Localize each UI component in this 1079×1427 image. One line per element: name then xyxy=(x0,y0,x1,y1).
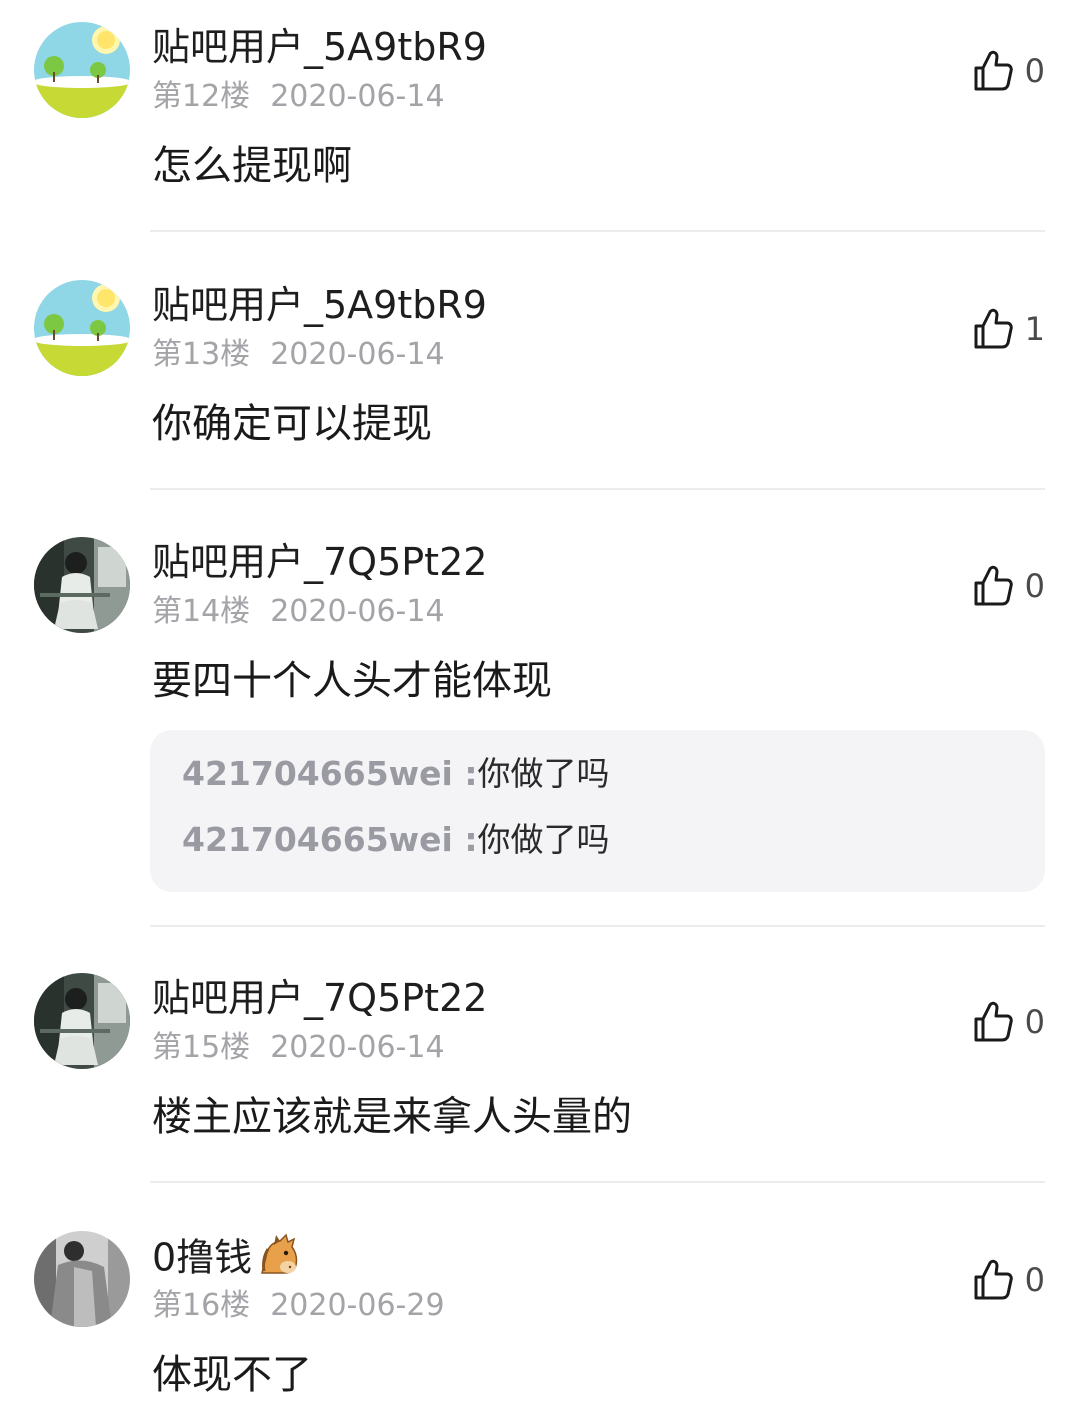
like-count: 0 xyxy=(1024,1261,1045,1299)
post-date: 2020-06-14 xyxy=(270,594,445,629)
username[interactable]: 贴吧用户_5A9tbR9 xyxy=(152,282,487,328)
like-count: 0 xyxy=(1024,567,1045,605)
post-meta: 第14楼 2020-06-14 xyxy=(152,593,445,631)
comment-post: 贴吧用户_7Q5Pt22 第14楼 2020-06-14 0 要四十个人头才能体现… xyxy=(0,515,1079,927)
avatar[interactable] xyxy=(34,1231,130,1327)
like-button[interactable]: 0 xyxy=(973,999,1045,1045)
floor-number: 第13楼 xyxy=(152,337,251,372)
post-date: 2020-06-14 xyxy=(270,337,445,372)
floor-number: 第12楼 xyxy=(152,79,251,114)
comment-post: 贴吧用户_7Q5Pt22 第15楼 2020-06-14 0 楼主应该就是来拿人头… xyxy=(0,951,1079,1183)
post-meta: 第12楼 2020-06-14 xyxy=(152,78,445,116)
divider xyxy=(150,488,1045,490)
thumbs-up-icon xyxy=(974,565,1013,606)
landscape-avatar-image xyxy=(34,22,130,118)
username-text: 0撸钱 xyxy=(152,1235,253,1280)
thumbs-up-icon xyxy=(974,308,1013,349)
like-count: 0 xyxy=(1024,52,1045,90)
like-button[interactable]: 1 xyxy=(973,306,1045,352)
photo-avatar-image xyxy=(34,1231,130,1327)
avatar[interactable] xyxy=(34,22,130,118)
comment-post: 贴吧用户_5A9tbR9 第12楼 2020-06-14 0 怎么提现啊 xyxy=(0,0,1079,232)
reply-item[interactable]: 421704665wei :你做了吗 xyxy=(182,752,1013,818)
comment-text: 楼主应该就是来拿人头量的 xyxy=(152,1094,632,1140)
post-meta: 第13楼 2020-06-14 xyxy=(152,336,445,374)
horse-face-icon xyxy=(256,1233,300,1287)
comment-text: 要四十个人头才能体现 xyxy=(152,658,552,704)
like-button[interactable]: 0 xyxy=(973,48,1045,94)
avatar[interactable] xyxy=(34,537,130,633)
post-meta: 第16楼 2020-06-29 xyxy=(152,1287,445,1325)
thumbs-up-icon xyxy=(974,50,1013,91)
divider xyxy=(150,230,1045,232)
comment-list: 贴吧用户_5A9tbR9 第12楼 2020-06-14 0 怎么提现啊 贴吧用… xyxy=(0,0,1079,1427)
reply-username[interactable]: 421704665wei xyxy=(182,820,453,859)
username[interactable]: 贴吧用户_7Q5Pt22 xyxy=(152,975,487,1021)
like-count: 0 xyxy=(1024,1003,1045,1041)
username[interactable]: 贴吧用户_5A9tbR9 xyxy=(152,24,487,70)
comment-text: 体现不了 xyxy=(152,1352,312,1398)
comment-text: 你确定可以提现 xyxy=(152,401,432,447)
reply-username[interactable]: 421704665wei xyxy=(182,754,453,793)
username[interactable]: 0撸钱 xyxy=(152,1233,300,1287)
comment-post: 贴吧用户_5A9tbR9 第13楼 2020-06-14 1 你确定可以提现 xyxy=(0,258,1079,490)
username[interactable]: 贴吧用户_7Q5Pt22 xyxy=(152,539,487,585)
comment-post: 0撸钱 第16楼 2020-06-29 0 体现不了 xyxy=(0,1209,1079,1427)
reply-text: 你做了吗 xyxy=(477,754,610,793)
avatar[interactable] xyxy=(34,280,130,376)
reply-box[interactable]: 421704665wei :你做了吗 421704665wei :你做了吗 xyxy=(150,730,1045,892)
post-date: 2020-06-14 xyxy=(270,79,445,114)
reply-separator: : xyxy=(452,820,478,859)
reply-text: 你做了吗 xyxy=(477,820,610,859)
divider xyxy=(150,925,1045,927)
reply-item[interactable]: 421704665wei :你做了吗 xyxy=(182,818,1013,884)
thumbs-up-icon xyxy=(974,1259,1013,1300)
thumbs-up-icon xyxy=(974,1001,1013,1042)
post-date: 2020-06-29 xyxy=(270,1288,445,1323)
floor-number: 第16楼 xyxy=(152,1288,251,1323)
avatar[interactable] xyxy=(34,973,130,1069)
comment-text: 怎么提现啊 xyxy=(152,143,352,189)
photo-avatar-image xyxy=(34,973,130,1069)
floor-number: 第15楼 xyxy=(152,1030,251,1065)
floor-number: 第14楼 xyxy=(152,594,251,629)
post-meta: 第15楼 2020-06-14 xyxy=(152,1029,445,1067)
divider xyxy=(150,1181,1045,1183)
landscape-avatar-image xyxy=(34,280,130,376)
reply-separator: : xyxy=(452,754,478,793)
like-button[interactable]: 0 xyxy=(973,563,1045,609)
photo-avatar-image xyxy=(34,537,130,633)
post-date: 2020-06-14 xyxy=(270,1030,445,1065)
like-button[interactable]: 0 xyxy=(973,1257,1045,1303)
like-count: 1 xyxy=(1024,310,1045,348)
